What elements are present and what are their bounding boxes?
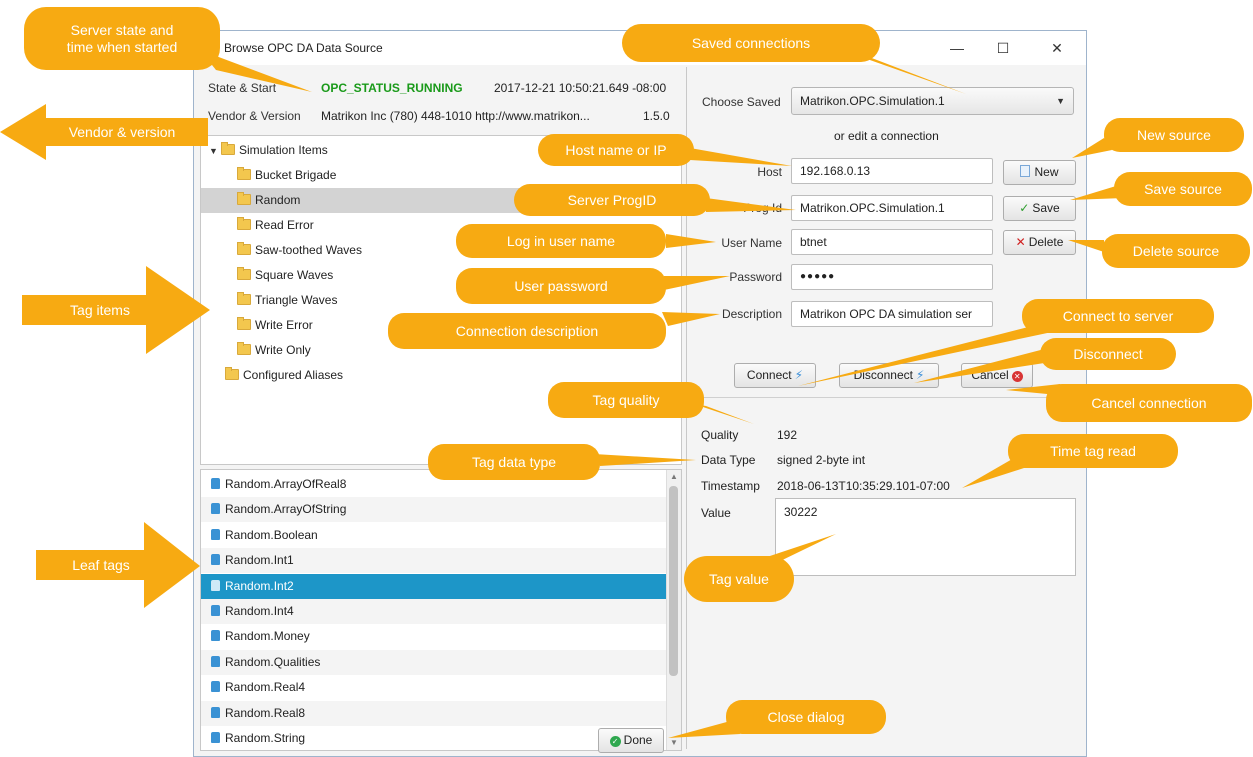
annotation-user-password: User password xyxy=(456,268,666,304)
annotation-login-user: Log in user name xyxy=(456,224,666,258)
annotation-disconnect: Disconnect xyxy=(1040,338,1176,370)
annotation-vendor-version: Vendor & version xyxy=(68,124,176,140)
annotation-connection-description: Connection description xyxy=(388,313,666,349)
annotation-time-tag-read: Time tag read xyxy=(1008,434,1178,468)
annotation-tag-data-type: Tag data type xyxy=(428,444,600,480)
annotation-connect-server: Connect to server xyxy=(1022,299,1214,333)
annotation-tag-value: Tag value xyxy=(684,556,794,602)
annotation-cancel-connection: Cancel connection xyxy=(1046,384,1252,422)
annotation-arrows xyxy=(0,104,210,608)
annotation-server-progid: Server ProgID xyxy=(514,184,710,216)
annotation-host-name: Host name or IP xyxy=(538,134,694,166)
annotation-new-source: New source xyxy=(1104,118,1244,152)
annotation-close-dialog: Close dialog xyxy=(726,700,886,734)
annotation-leaf-tags: Leaf tags xyxy=(72,557,130,573)
annotation-tag-items: Tag items xyxy=(70,302,130,318)
annotation-delete-source: Delete source xyxy=(1102,234,1250,268)
annotation-tag-quality: Tag quality xyxy=(548,382,704,418)
annotation-save-source: Save source xyxy=(1114,172,1252,206)
